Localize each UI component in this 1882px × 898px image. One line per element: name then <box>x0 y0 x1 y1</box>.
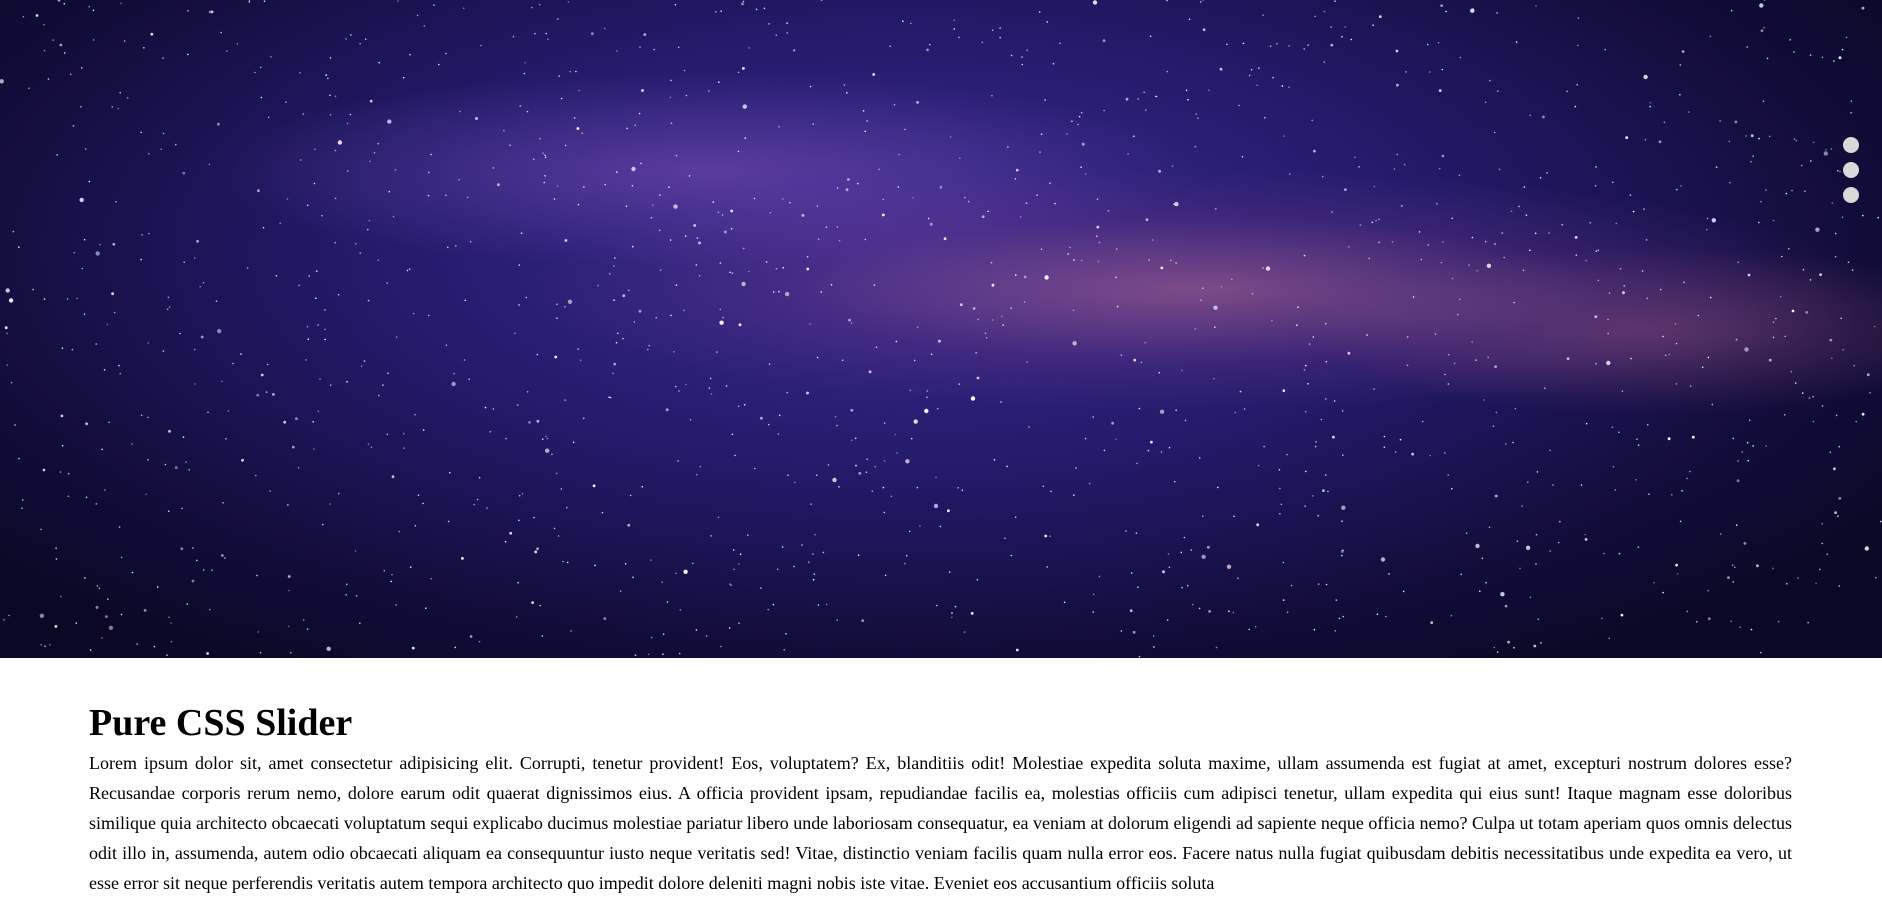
slide-3-dot[interactable] <box>1843 187 1859 203</box>
slider-hero-image <box>0 0 1882 658</box>
page-title: Pure CSS Slider <box>89 702 353 744</box>
slide-1-dot[interactable] <box>1843 137 1859 153</box>
article: Pure CSS Slider Lorem ipsum dolor sit, a… <box>89 700 1792 898</box>
slider-nav-dots <box>1843 137 1859 203</box>
starfield <box>0 0 1882 658</box>
slide-2-dot[interactable] <box>1843 162 1859 178</box>
article-body: Lorem ipsum dolor sit, amet consectetur … <box>89 753 1792 893</box>
